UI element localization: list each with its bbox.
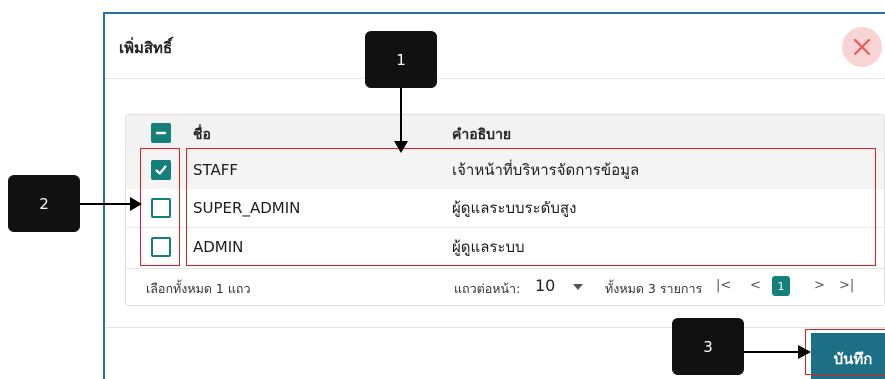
annotation-arrows [80,88,811,359]
